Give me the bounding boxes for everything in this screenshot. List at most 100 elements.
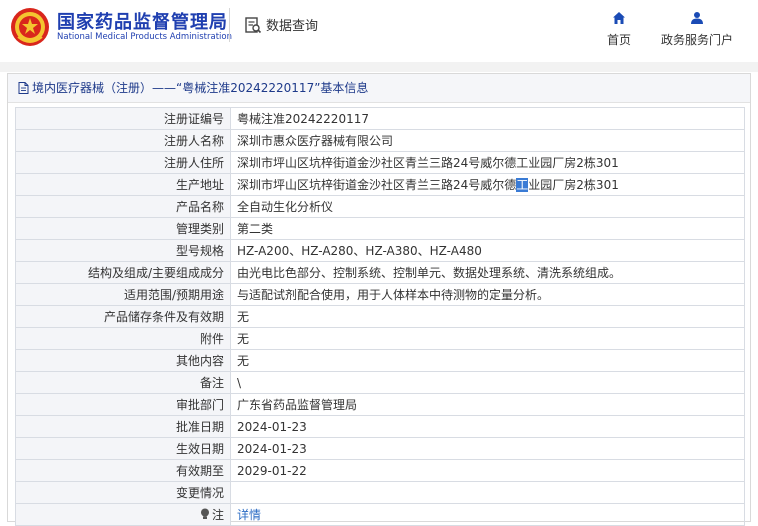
table-row: 审批部门 广东省药品监督管理局 bbox=[15, 393, 745, 416]
brand-title-en[interactable]: National Medical Products Administration bbox=[57, 32, 232, 42]
field-label: 型号规格 bbox=[15, 239, 231, 262]
field-label: 审批部门 bbox=[15, 393, 231, 416]
panel-title: 境内医疗器械（注册）——“粤械注准20242220117”基本信息 bbox=[32, 81, 369, 95]
lightbulb-icon bbox=[200, 508, 212, 522]
field-value-text: 2024-01-23 bbox=[237, 441, 307, 456]
field-label-text: 附件 bbox=[199, 332, 224, 346]
field-value bbox=[230, 481, 745, 504]
field-label-text: 结构及组成/主要组成成分 bbox=[87, 266, 224, 280]
field-value-text: 2029-01-22 bbox=[237, 463, 307, 478]
field-label-text: 注 bbox=[211, 508, 224, 522]
field-value-text: 粤械注准20242220117 bbox=[237, 112, 369, 126]
data-query-icon bbox=[245, 16, 262, 33]
field-value: 无 bbox=[230, 349, 745, 372]
field-value: 无 bbox=[230, 327, 745, 350]
table-row: 注详情 bbox=[15, 503, 745, 526]
nav-home-label: 首页 bbox=[606, 33, 631, 47]
field-value-text: 深圳市惠众医疗器械有限公司 bbox=[237, 134, 394, 148]
field-value: 由光电比色部分、控制系统、控制单元、数据处理系统、清洗系统组成。 bbox=[230, 261, 745, 284]
field-value-text: 由光电比色部分、控制系统、控制单元、数据处理系统、清洗系统组成。 bbox=[237, 266, 622, 280]
table-row: 产品储存条件及有效期无 bbox=[15, 305, 745, 328]
table-row: 批准日期 2024-01-23 bbox=[15, 415, 745, 438]
document-icon bbox=[18, 82, 29, 94]
top-bar: 国家药品监督管理局 National Medical Products Admi… bbox=[0, 0, 758, 62]
field-label-text: 产品名称 bbox=[175, 200, 224, 214]
field-label-text: 其他内容 bbox=[175, 354, 224, 368]
brand-title-cn[interactable]: 国家药品监督管理局 bbox=[57, 8, 228, 34]
field-label: 其他内容 bbox=[15, 349, 231, 372]
table-row: 生效日期 2024-01-23 bbox=[15, 437, 745, 460]
table-row: 结构及组成/主要组成成分 由光电比色部分、控制系统、控制单元、数据处理系统、清洗系… bbox=[15, 261, 745, 284]
field-label-text: 产品储存条件及有效期 bbox=[103, 310, 224, 324]
field-value: 与适配试剂配合使用，用于人体样本中待测物的定量分析。 bbox=[230, 283, 745, 306]
field-value-text: 与适配试剂配合使用，用于人体样本中待测物的定量分析。 bbox=[237, 288, 550, 302]
nav-service-portal[interactable]: 政务服务门户 bbox=[657, 10, 737, 48]
field-value: 粤械注准20242220117 bbox=[230, 107, 745, 130]
field-label: 产品储存条件及有效期 bbox=[15, 305, 231, 328]
data-query-link[interactable]: 数据查询 bbox=[244, 15, 318, 34]
details-link[interactable]: 详情 bbox=[237, 508, 261, 522]
field-value: 深圳市坪山区坑梓街道金沙社区青兰三路24号威尔德工业园厂房2栋301 bbox=[230, 151, 745, 174]
field-value-text: 全自动生化分析仪 bbox=[237, 200, 334, 214]
field-label: 适用范围/预期用途 bbox=[15, 283, 231, 306]
field-label-text: 批准日期 bbox=[175, 420, 224, 434]
field-value: 第二类 bbox=[230, 217, 745, 240]
field-value-text: 无 bbox=[237, 354, 250, 368]
table-row: 变更情况 bbox=[15, 481, 745, 504]
table-row: 其他内容无 bbox=[15, 349, 745, 372]
field-label-text: 审批部门 bbox=[175, 398, 224, 412]
field-label-text: 注册人住所 bbox=[163, 156, 224, 170]
field-value: 详情 bbox=[230, 503, 745, 526]
field-label: 注册人名称 bbox=[15, 129, 231, 152]
field-value-text: 深圳市坪山区坑梓街道金沙社区青兰三路24号威尔德工业园厂房2栋301 bbox=[237, 156, 619, 170]
table-row: 备注 \ bbox=[15, 371, 745, 394]
home-icon bbox=[613, 12, 625, 24]
table-row: 注册证编号 粤械注准20242220117 bbox=[15, 107, 745, 130]
field-value: 2029-01-22 bbox=[230, 459, 745, 482]
info-table: 注册证编号 粤械注准20242220117 注册人名称 深圳市惠众医疗器械有限公司 注册… bbox=[15, 107, 745, 526]
field-value: \ bbox=[230, 371, 745, 394]
detail-panel: 境内医疗器械（注册）——“粤械注准20242220117”基本信息 注册证编号粤… bbox=[7, 73, 751, 526]
table-row: 注册人住所 深圳市坪山区坑梓街道金沙社区青兰三路24号威尔德工业园厂房2栋301 bbox=[15, 151, 745, 174]
field-value: 深圳市坪山区坑梓街道金沙社区青兰三路24号威尔德工业园厂房2栋301 bbox=[230, 173, 745, 196]
field-label: 附件 bbox=[15, 327, 231, 350]
table-row: 附件无 bbox=[15, 327, 745, 350]
field-label: 注 bbox=[15, 503, 231, 526]
field-value: 广东省药品监督管理局 bbox=[230, 393, 745, 416]
field-value: 深圳市惠众医疗器械有限公司 bbox=[230, 129, 745, 152]
panel-header: 境内医疗器械（注册）——“粤械注准20242220117”基本信息 bbox=[8, 74, 750, 103]
field-label: 有效期至 bbox=[15, 459, 231, 482]
table-row: 型号规格 HZ-A200、HZ-A280、HZ-A380、HZ-A480 bbox=[15, 239, 745, 262]
table-row: 有效期至 2029-01-22 bbox=[15, 459, 745, 482]
header-gap bbox=[0, 62, 758, 72]
nav-home[interactable]: 首页 bbox=[601, 10, 637, 48]
field-value-text: 2024-01-23 bbox=[237, 419, 307, 434]
field-value-text: 业园厂房2栋301 bbox=[528, 178, 619, 192]
field-value: 2024-01-23 bbox=[230, 437, 745, 460]
field-value: 全自动生化分析仪 bbox=[230, 195, 745, 218]
user-icon bbox=[691, 12, 703, 24]
national-emblem-icon bbox=[11, 8, 49, 46]
field-label: 变更情况 bbox=[15, 481, 231, 504]
nav-service-portal-label: 政务服务门户 bbox=[660, 33, 733, 47]
field-label: 生产地址 bbox=[15, 173, 231, 196]
field-label-text: 有效期至 bbox=[175, 464, 224, 478]
field-label: 产品名称 bbox=[15, 195, 231, 218]
field-label-text: 型号规格 bbox=[175, 244, 224, 258]
table-row: 生产地址 深圳市坪山区坑梓街道金沙社区青兰三路24号威尔德工业园厂房2栋301 bbox=[15, 173, 745, 196]
field-value: 2024-01-23 bbox=[230, 415, 745, 438]
field-label-text: 生产地址 bbox=[175, 178, 224, 192]
field-label: 注册人住所 bbox=[15, 151, 231, 174]
field-value-text: 深圳市坪山区坑梓街道金沙社区青兰三路24号威尔德 bbox=[237, 178, 517, 192]
field-label-text: 注册证编号 bbox=[163, 112, 224, 126]
field-label: 批准日期 bbox=[15, 415, 231, 438]
field-value: HZ-A200、HZ-A280、HZ-A380、HZ-A480 bbox=[230, 239, 745, 262]
field-label: 备注 bbox=[15, 371, 231, 394]
field-value-text: 第二类 bbox=[237, 222, 274, 236]
table-row: 注册人名称 深圳市惠众医疗器械有限公司 bbox=[15, 129, 745, 152]
field-label-text: 注册人名称 bbox=[163, 134, 224, 148]
selected-text: 工 bbox=[516, 178, 529, 192]
field-label-text: 备注 bbox=[199, 376, 224, 390]
field-value-text: 无 bbox=[237, 310, 250, 324]
field-value-text: HZ-A200、HZ-A280、HZ-A380、HZ-A480 bbox=[237, 244, 482, 258]
